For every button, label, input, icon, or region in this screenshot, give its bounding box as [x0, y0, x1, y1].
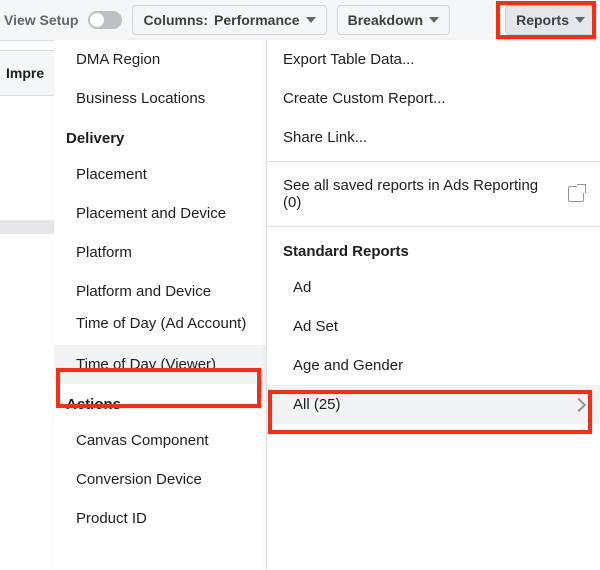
- chevron-right-icon: [572, 397, 586, 411]
- breakdown-item[interactable]: DMA Region: [54, 40, 266, 79]
- standard-report-all[interactable]: All (25): [267, 385, 600, 424]
- breakdown-item[interactable]: Product ID: [54, 499, 266, 538]
- external-link-icon: [568, 186, 584, 202]
- view-setup-toggle[interactable]: [88, 11, 122, 29]
- reports-dropdown: Export Table Data...Create Custom Report…: [266, 40, 600, 570]
- chevron-down-icon: [429, 17, 439, 23]
- breakdown-item[interactable]: Conversion Device: [54, 460, 266, 499]
- breakdown-item[interactable]: Placement: [54, 155, 266, 194]
- standard-reports-header: Standard Reports: [267, 231, 600, 268]
- reports-item[interactable]: Share Link...: [267, 118, 600, 157]
- columns-button[interactable]: Columns: Performance: [132, 5, 326, 35]
- standard-report-item[interactable]: Ad Set: [267, 307, 600, 346]
- reports-item[interactable]: Export Table Data...: [267, 40, 600, 79]
- breakdown-dropdown: DMA RegionBusiness LocationsDeliveryPlac…: [54, 40, 267, 570]
- breakdown-group-header: Delivery: [54, 118, 266, 155]
- table-row-placeholder: [0, 220, 54, 234]
- breakdown-item[interactable]: Business Locations: [54, 79, 266, 118]
- reports-saved-link[interactable]: See all saved reports in Ads Reporting (…: [267, 166, 600, 222]
- standard-report-item[interactable]: Ad: [267, 268, 600, 307]
- breakdown-button[interactable]: Breakdown: [337, 5, 450, 35]
- breakdown-group-header: Actions: [54, 384, 266, 421]
- breakdown-item[interactable]: Canvas Component: [54, 421, 266, 460]
- toggle-knob: [90, 13, 104, 27]
- column-header-impressions[interactable]: Impre: [0, 50, 61, 96]
- reports-button[interactable]: Reports: [505, 5, 596, 35]
- toolbar: View Setup Columns: Performance Breakdow…: [0, 0, 600, 41]
- chevron-down-icon: [306, 17, 316, 23]
- view-setup-label: View Setup: [4, 12, 78, 28]
- reports-item[interactable]: Create Custom Report...: [267, 79, 600, 118]
- chevron-down-icon: [575, 17, 585, 23]
- breakdown-item[interactable]: Platform: [54, 233, 266, 272]
- breakdown-item[interactable]: Time of Day (Ad Account): [54, 311, 266, 345]
- breakdown-item[interactable]: Placement and Device: [54, 194, 266, 233]
- breakdown-item[interactable]: Platform and Device: [54, 272, 266, 311]
- breakdown-item[interactable]: Time of Day (Viewer): [54, 345, 266, 384]
- separator: [267, 226, 600, 227]
- standard-report-item[interactable]: Age and Gender: [267, 346, 600, 385]
- separator: [267, 161, 600, 162]
